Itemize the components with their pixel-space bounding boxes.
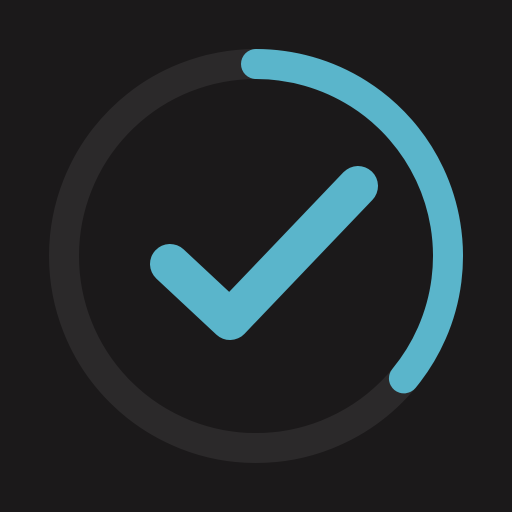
app-icon (0, 0, 512, 512)
checkmark-icon (150, 166, 378, 340)
progress-ring (49, 49, 463, 463)
